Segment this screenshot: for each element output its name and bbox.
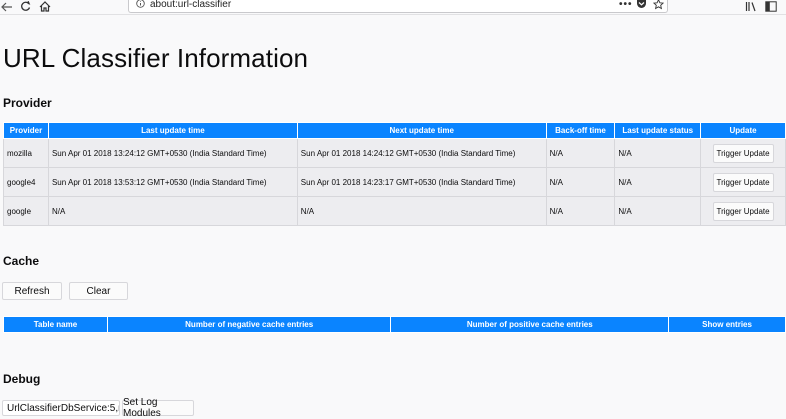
- col-header-table-name: Table name: [3, 316, 108, 333]
- debug-heading: Debug: [3, 372, 41, 386]
- cache-table: Table name Number of negative cache entr…: [3, 316, 786, 333]
- back-button[interactable]: [0, 0, 14, 13]
- provider-heading: Provider: [3, 96, 52, 110]
- cache-heading: Cache: [3, 254, 40, 268]
- reload-icon: [20, 1, 30, 11]
- url-bar[interactable]: about:url-classifier •••: [128, 0, 668, 13]
- refresh-button[interactable]: Refresh: [2, 282, 62, 300]
- home-icon: [39, 1, 51, 12]
- sidebar-icon: [765, 1, 777, 12]
- arrow-back-icon: [1, 2, 12, 11]
- next-update-time: Sun Apr 01 2018 14:23:17 GMT+0530 (India…: [296, 167, 547, 197]
- url-text[interactable]: about:url-classifier: [150, 0, 231, 10]
- col-header-next-update: Next update time: [296, 122, 547, 139]
- set-log-modules-button[interactable]: Set Log Modules: [122, 397, 194, 419]
- update-cell: Trigger Update: [700, 196, 786, 226]
- last-update-time: Sun Apr 01 2018 13:24:12 GMT+0530 (India…: [47, 138, 298, 168]
- update-cell: Trigger Update: [700, 167, 786, 197]
- trigger-update-button[interactable]: Trigger Update: [712, 172, 774, 192]
- sidebar-button[interactable]: [764, 0, 778, 13]
- col-header-backoff: Back-off time: [545, 122, 616, 139]
- provider-name: google: [3, 196, 49, 226]
- cache-header-row: Table name Number of negative cache entr…: [3, 316, 786, 333]
- col-header-positive-entries: Number of positive cache entries: [390, 316, 670, 333]
- page-actions-icon[interactable]: •••: [619, 0, 633, 10]
- home-button[interactable]: [38, 0, 52, 13]
- log-modules-input[interactable]: UrlClassifierDbService:5,n: [2, 400, 120, 416]
- last-update-status: N/A: [614, 196, 702, 226]
- backoff-time: N/A: [545, 196, 616, 226]
- last-update-time: N/A: [47, 196, 298, 226]
- provider-header-row: Provider Last update time Next update ti…: [3, 122, 786, 139]
- star-icon[interactable]: [652, 0, 665, 13]
- next-update-time: N/A: [296, 196, 547, 226]
- last-update-status: N/A: [614, 167, 702, 197]
- info-icon[interactable]: [136, 0, 145, 11]
- last-update-status: N/A: [614, 138, 702, 168]
- trigger-update-button[interactable]: Trigger Update: [712, 143, 774, 163]
- last-update-time: Sun Apr 01 2018 13:53:12 GMT+0530 (India…: [47, 167, 298, 197]
- trigger-update-button[interactable]: Trigger Update: [712, 201, 774, 221]
- provider-name: mozilla: [3, 138, 49, 168]
- browser-toolbar: about:url-classifier •••: [0, 0, 786, 15]
- library-button[interactable]: [744, 0, 758, 13]
- pocket-icon[interactable]: [636, 0, 647, 12]
- col-header-negative-entries: Number of negative cache entries: [106, 316, 392, 333]
- table-row: google4 Sun Apr 01 2018 13:53:12 GMT+053…: [3, 167, 786, 197]
- col-header-update: Update: [700, 122, 786, 139]
- backoff-time: N/A: [545, 138, 616, 168]
- col-header-show-entries: Show entries: [668, 316, 786, 333]
- col-header-status: Last update status: [614, 122, 702, 139]
- page-title: URL Classifier Information: [3, 43, 309, 73]
- table-row: mozilla Sun Apr 01 2018 13:24:12 GMT+053…: [3, 138, 786, 168]
- backoff-time: N/A: [545, 167, 616, 197]
- col-header-last-update: Last update time: [47, 122, 298, 139]
- next-update-time: Sun Apr 01 2018 14:24:12 GMT+0530 (India…: [296, 138, 547, 168]
- update-cell: Trigger Update: [700, 138, 786, 168]
- provider-table: Provider Last update time Next update ti…: [3, 122, 786, 226]
- library-icon: [745, 2, 756, 12]
- table-row: google N/A N/A N/A N/A Trigger Update: [3, 196, 786, 226]
- col-header-provider: Provider: [3, 122, 49, 139]
- reload-button[interactable]: [18, 0, 32, 13]
- provider-name: google4: [3, 167, 49, 197]
- clear-button[interactable]: Clear: [69, 282, 128, 300]
